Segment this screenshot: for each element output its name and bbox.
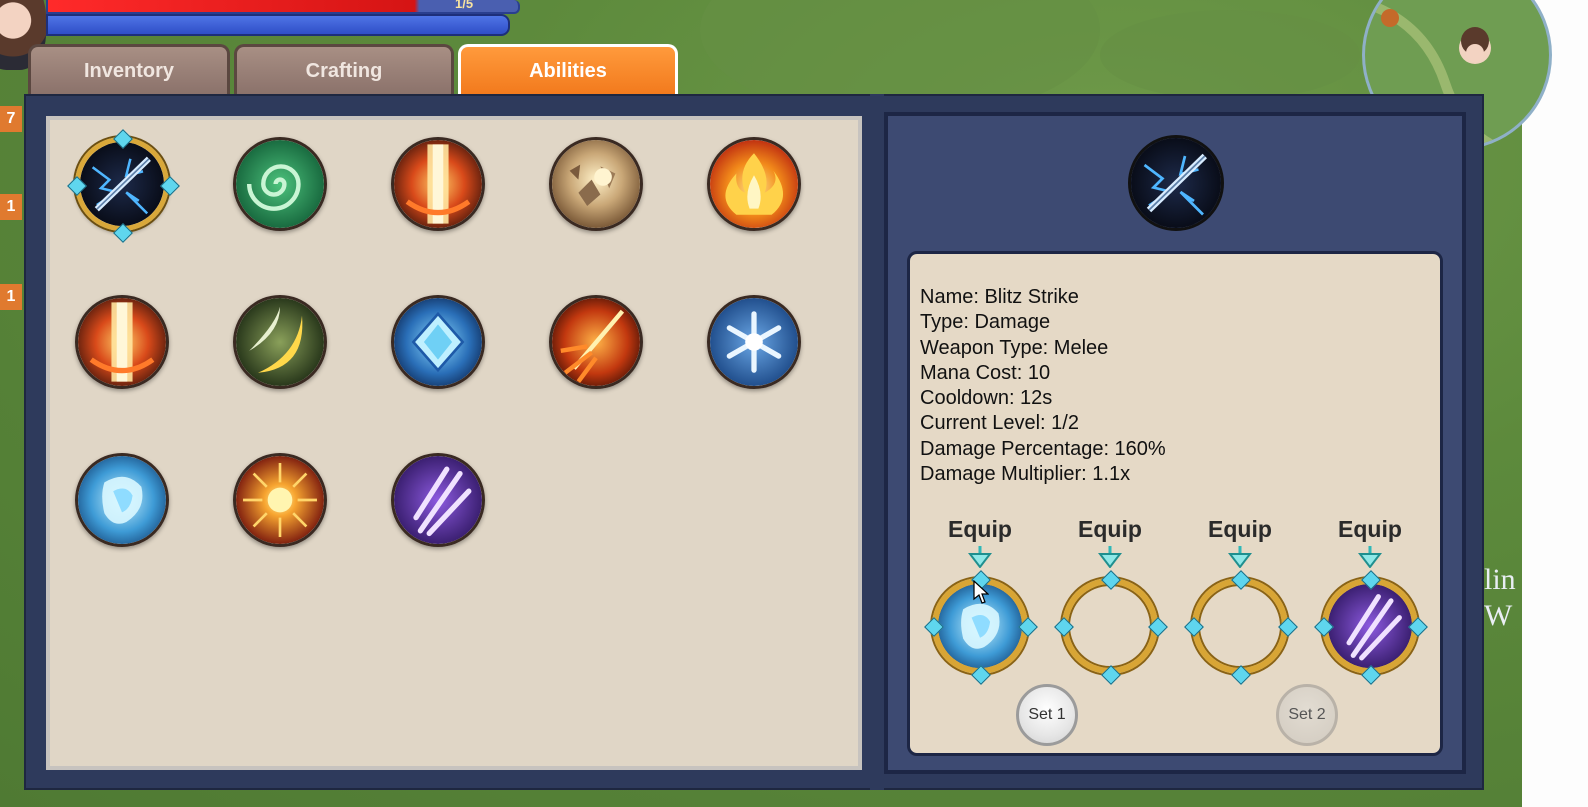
left-counter: 1: [0, 284, 22, 310]
fire-arrow-icon[interactable]: [549, 295, 643, 389]
panel-divider: [870, 94, 884, 790]
ice-crystal-icon[interactable]: [391, 295, 485, 389]
equip-slot-2[interactable]: [1062, 578, 1158, 674]
background-text-line: W: [1484, 599, 1513, 632]
mouse-cursor-icon: [973, 580, 989, 604]
left-counter: 1: [0, 194, 22, 220]
ability-damage-percentage: Damage Percentage: 160%: [920, 437, 1166, 460]
tab-crafting[interactable]: Crafting: [234, 44, 454, 96]
ability-damage-multiplier: Damage Multiplier: 1.1x: [920, 463, 1131, 486]
ability-name: Name: Blitz Strike: [920, 286, 1079, 308]
purple-claw-icon[interactable]: [391, 453, 485, 547]
equip-button-4[interactable]: Equip: [1320, 516, 1420, 543]
ability-mana-cost: Mana Cost: 10: [920, 361, 1051, 384]
down-arrow-icon: [1228, 546, 1252, 568]
selected-ability-preview-icon: [1128, 135, 1224, 231]
ability-current-level: Current Level: 1/2: [920, 412, 1079, 435]
set-2-button[interactable]: Set 2: [1276, 684, 1338, 746]
fire-pillar-icon[interactable]: [391, 137, 485, 231]
equip-button-2[interactable]: Equip: [1060, 516, 1160, 543]
blitz-strike-icon[interactable]: [75, 137, 169, 231]
purple-claw-icon: [1328, 584, 1412, 668]
ability-weapon-type: Weapon Type: Melee: [920, 336, 1109, 359]
crescent-slash-icon[interactable]: [233, 295, 327, 389]
down-arrow-icon: [1098, 546, 1122, 568]
tab-inventory[interactable]: Inventory: [28, 44, 230, 96]
left-counter: 7: [0, 106, 22, 132]
set-1-button[interactable]: Set 1: [1016, 684, 1078, 746]
down-arrow-icon: [1358, 546, 1382, 568]
ability-stats: Name: Blitz Strike Type: Damage Weapon T…: [920, 285, 1166, 487]
equip-button-1[interactable]: Equip: [930, 516, 1030, 543]
ability-type: Type: Damage: [920, 311, 1051, 334]
equip-slot-3[interactable]: [1192, 578, 1288, 674]
sun-burst-icon[interactable]: [233, 453, 327, 547]
equip-slot-4[interactable]: [1322, 578, 1418, 674]
snowflake-icon[interactable]: [707, 295, 801, 389]
left-hud-strip: 7 1 1: [0, 100, 24, 360]
down-arrow-icon: [968, 546, 992, 568]
equip-button-3[interactable]: Equip: [1190, 516, 1290, 543]
screen-edge: [1522, 0, 1588, 807]
background-text-line: lin: [1484, 563, 1516, 596]
fire-pillar-icon[interactable]: [75, 295, 169, 389]
ability-cooldown: Cooldown: 12s: [920, 387, 1053, 410]
mana-bar: [46, 14, 510, 36]
ice-shard-icon[interactable]: [75, 453, 169, 547]
health-bar: [46, 0, 520, 14]
grass-patch: [1100, 10, 1360, 100]
green-swirl-icon[interactable]: [233, 137, 327, 231]
background-text: lin W: [1484, 562, 1516, 634]
rock-blast-icon[interactable]: [549, 137, 643, 231]
flame-icon[interactable]: [707, 137, 801, 231]
tab-abilities[interactable]: Abilities: [458, 44, 678, 96]
health-text: 1/5: [455, 0, 474, 11]
